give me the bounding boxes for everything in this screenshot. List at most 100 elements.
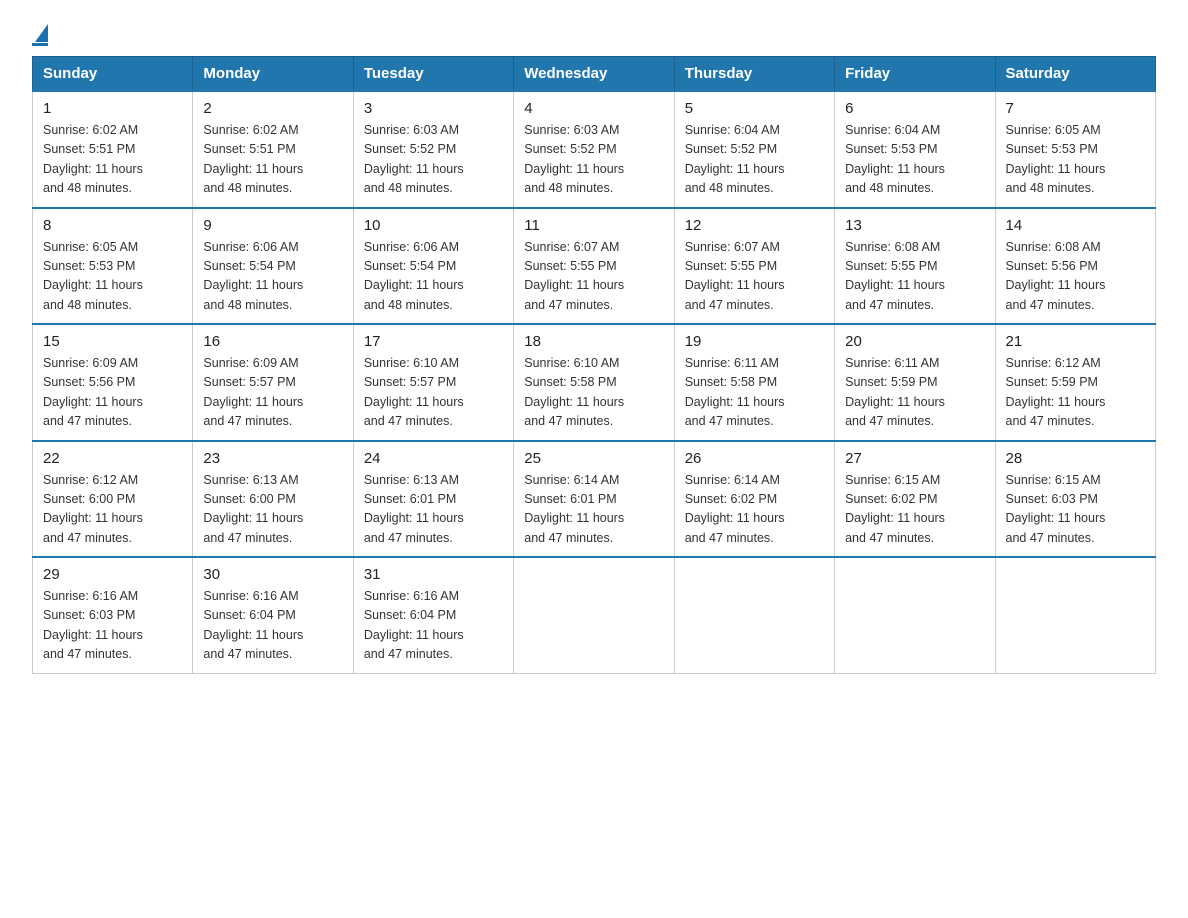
day-info: Sunrise: 6:08 AM Sunset: 5:55 PM Dayligh… xyxy=(845,238,984,316)
day-info: Sunrise: 6:02 AM Sunset: 5:51 PM Dayligh… xyxy=(43,121,182,199)
day-info: Sunrise: 6:10 AM Sunset: 5:58 PM Dayligh… xyxy=(524,354,663,432)
calendar-cell: 23 Sunrise: 6:13 AM Sunset: 6:00 PM Dayl… xyxy=(193,441,353,558)
day-info: Sunrise: 6:03 AM Sunset: 5:52 PM Dayligh… xyxy=(364,121,503,199)
day-info: Sunrise: 6:09 AM Sunset: 5:57 PM Dayligh… xyxy=(203,354,342,432)
calendar-cell: 4 Sunrise: 6:03 AM Sunset: 5:52 PM Dayli… xyxy=(514,91,674,208)
calendar-cell: 3 Sunrise: 6:03 AM Sunset: 5:52 PM Dayli… xyxy=(353,91,513,208)
day-number: 17 xyxy=(364,333,503,350)
day-number: 8 xyxy=(43,217,182,234)
calendar-cell: 21 Sunrise: 6:12 AM Sunset: 5:59 PM Dayl… xyxy=(995,324,1155,441)
calendar-cell xyxy=(674,557,834,673)
calendar-week-row: 8 Sunrise: 6:05 AM Sunset: 5:53 PM Dayli… xyxy=(33,208,1156,325)
day-number: 25 xyxy=(524,450,663,467)
day-info: Sunrise: 6:09 AM Sunset: 5:56 PM Dayligh… xyxy=(43,354,182,432)
calendar-cell: 20 Sunrise: 6:11 AM Sunset: 5:59 PM Dayl… xyxy=(835,324,995,441)
day-info: Sunrise: 6:12 AM Sunset: 6:00 PM Dayligh… xyxy=(43,471,182,549)
calendar-cell: 25 Sunrise: 6:14 AM Sunset: 6:01 PM Dayl… xyxy=(514,441,674,558)
day-info: Sunrise: 6:13 AM Sunset: 6:00 PM Dayligh… xyxy=(203,471,342,549)
calendar-cell: 31 Sunrise: 6:16 AM Sunset: 6:04 PM Dayl… xyxy=(353,557,513,673)
day-number: 28 xyxy=(1006,450,1145,467)
day-number: 13 xyxy=(845,217,984,234)
calendar-cell: 15 Sunrise: 6:09 AM Sunset: 5:56 PM Dayl… xyxy=(33,324,193,441)
day-info: Sunrise: 6:03 AM Sunset: 5:52 PM Dayligh… xyxy=(524,121,663,199)
day-info: Sunrise: 6:06 AM Sunset: 5:54 PM Dayligh… xyxy=(203,238,342,316)
logo-arrow-icon xyxy=(35,24,48,42)
weekday-header-sunday: Sunday xyxy=(33,57,193,92)
day-number: 18 xyxy=(524,333,663,350)
calendar-cell: 29 Sunrise: 6:16 AM Sunset: 6:03 PM Dayl… xyxy=(33,557,193,673)
day-info: Sunrise: 6:10 AM Sunset: 5:57 PM Dayligh… xyxy=(364,354,503,432)
day-number: 22 xyxy=(43,450,182,467)
calendar-cell: 16 Sunrise: 6:09 AM Sunset: 5:57 PM Dayl… xyxy=(193,324,353,441)
calendar-cell xyxy=(835,557,995,673)
weekday-header-tuesday: Tuesday xyxy=(353,57,513,92)
calendar-cell: 24 Sunrise: 6:13 AM Sunset: 6:01 PM Dayl… xyxy=(353,441,513,558)
calendar-cell: 13 Sunrise: 6:08 AM Sunset: 5:55 PM Dayl… xyxy=(835,208,995,325)
day-number: 24 xyxy=(364,450,503,467)
day-info: Sunrise: 6:16 AM Sunset: 6:04 PM Dayligh… xyxy=(203,587,342,665)
day-number: 3 xyxy=(364,100,503,117)
day-info: Sunrise: 6:13 AM Sunset: 6:01 PM Dayligh… xyxy=(364,471,503,549)
weekday-header-friday: Friday xyxy=(835,57,995,92)
calendar-cell: 9 Sunrise: 6:06 AM Sunset: 5:54 PM Dayli… xyxy=(193,208,353,325)
weekday-header-saturday: Saturday xyxy=(995,57,1155,92)
day-number: 23 xyxy=(203,450,342,467)
day-number: 12 xyxy=(685,217,824,234)
calendar-week-row: 15 Sunrise: 6:09 AM Sunset: 5:56 PM Dayl… xyxy=(33,324,1156,441)
calendar-cell: 11 Sunrise: 6:07 AM Sunset: 5:55 PM Dayl… xyxy=(514,208,674,325)
page-header xyxy=(32,24,1156,46)
day-info: Sunrise: 6:12 AM Sunset: 5:59 PM Dayligh… xyxy=(1006,354,1145,432)
calendar-cell xyxy=(514,557,674,673)
day-number: 4 xyxy=(524,100,663,117)
calendar-cell: 7 Sunrise: 6:05 AM Sunset: 5:53 PM Dayli… xyxy=(995,91,1155,208)
day-number: 19 xyxy=(685,333,824,350)
day-number: 26 xyxy=(685,450,824,467)
calendar-cell: 22 Sunrise: 6:12 AM Sunset: 6:00 PM Dayl… xyxy=(33,441,193,558)
weekday-header-wednesday: Wednesday xyxy=(514,57,674,92)
day-info: Sunrise: 6:16 AM Sunset: 6:04 PM Dayligh… xyxy=(364,587,503,665)
day-number: 1 xyxy=(43,100,182,117)
calendar-cell: 6 Sunrise: 6:04 AM Sunset: 5:53 PM Dayli… xyxy=(835,91,995,208)
calendar-cell: 12 Sunrise: 6:07 AM Sunset: 5:55 PM Dayl… xyxy=(674,208,834,325)
weekday-header-thursday: Thursday xyxy=(674,57,834,92)
day-info: Sunrise: 6:06 AM Sunset: 5:54 PM Dayligh… xyxy=(364,238,503,316)
day-number: 5 xyxy=(685,100,824,117)
calendar-cell: 5 Sunrise: 6:04 AM Sunset: 5:52 PM Dayli… xyxy=(674,91,834,208)
calendar-cell: 27 Sunrise: 6:15 AM Sunset: 6:02 PM Dayl… xyxy=(835,441,995,558)
day-info: Sunrise: 6:07 AM Sunset: 5:55 PM Dayligh… xyxy=(524,238,663,316)
day-info: Sunrise: 6:08 AM Sunset: 5:56 PM Dayligh… xyxy=(1006,238,1145,316)
day-info: Sunrise: 6:14 AM Sunset: 6:02 PM Dayligh… xyxy=(685,471,824,549)
calendar-cell: 28 Sunrise: 6:15 AM Sunset: 6:03 PM Dayl… xyxy=(995,441,1155,558)
day-info: Sunrise: 6:07 AM Sunset: 5:55 PM Dayligh… xyxy=(685,238,824,316)
day-number: 7 xyxy=(1006,100,1145,117)
day-number: 11 xyxy=(524,217,663,234)
day-number: 16 xyxy=(203,333,342,350)
day-info: Sunrise: 6:15 AM Sunset: 6:02 PM Dayligh… xyxy=(845,471,984,549)
day-number: 31 xyxy=(364,566,503,583)
day-number: 2 xyxy=(203,100,342,117)
day-number: 27 xyxy=(845,450,984,467)
day-info: Sunrise: 6:11 AM Sunset: 5:59 PM Dayligh… xyxy=(845,354,984,432)
day-number: 14 xyxy=(1006,217,1145,234)
calendar-cell xyxy=(995,557,1155,673)
calendar-cell: 8 Sunrise: 6:05 AM Sunset: 5:53 PM Dayli… xyxy=(33,208,193,325)
day-number: 20 xyxy=(845,333,984,350)
logo-underline xyxy=(32,43,48,46)
day-info: Sunrise: 6:15 AM Sunset: 6:03 PM Dayligh… xyxy=(1006,471,1145,549)
calendar-cell: 30 Sunrise: 6:16 AM Sunset: 6:04 PM Dayl… xyxy=(193,557,353,673)
calendar-table: SundayMondayTuesdayWednesdayThursdayFrid… xyxy=(32,56,1156,674)
calendar-cell: 19 Sunrise: 6:11 AM Sunset: 5:58 PM Dayl… xyxy=(674,324,834,441)
calendar-cell: 2 Sunrise: 6:02 AM Sunset: 5:51 PM Dayli… xyxy=(193,91,353,208)
calendar-cell: 17 Sunrise: 6:10 AM Sunset: 5:57 PM Dayl… xyxy=(353,324,513,441)
day-info: Sunrise: 6:14 AM Sunset: 6:01 PM Dayligh… xyxy=(524,471,663,549)
weekday-header-monday: Monday xyxy=(193,57,353,92)
day-number: 9 xyxy=(203,217,342,234)
day-info: Sunrise: 6:04 AM Sunset: 5:53 PM Dayligh… xyxy=(845,121,984,199)
day-info: Sunrise: 6:05 AM Sunset: 5:53 PM Dayligh… xyxy=(43,238,182,316)
calendar-week-row: 22 Sunrise: 6:12 AM Sunset: 6:00 PM Dayl… xyxy=(33,441,1156,558)
calendar-cell: 18 Sunrise: 6:10 AM Sunset: 5:58 PM Dayl… xyxy=(514,324,674,441)
day-info: Sunrise: 6:04 AM Sunset: 5:52 PM Dayligh… xyxy=(685,121,824,199)
calendar-week-row: 1 Sunrise: 6:02 AM Sunset: 5:51 PM Dayli… xyxy=(33,91,1156,208)
calendar-cell: 10 Sunrise: 6:06 AM Sunset: 5:54 PM Dayl… xyxy=(353,208,513,325)
day-info: Sunrise: 6:11 AM Sunset: 5:58 PM Dayligh… xyxy=(685,354,824,432)
